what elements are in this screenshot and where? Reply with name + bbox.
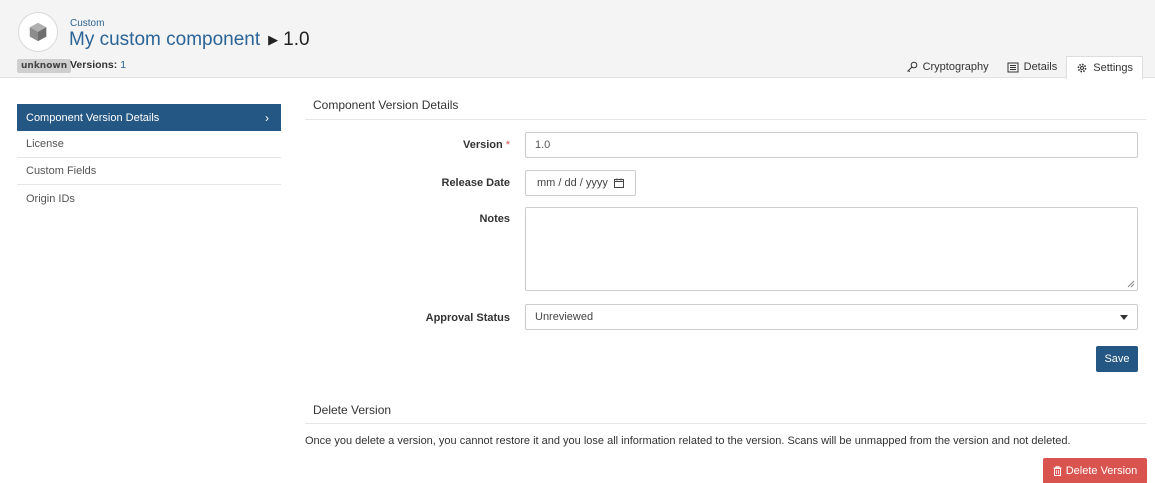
versions-info: Versions: 1 [70,59,126,71]
component-avatar [18,12,58,52]
details-icon [1007,62,1019,72]
release-date-label: Release Date [441,177,511,189]
section-title-delete-version: Delete Version [313,403,392,417]
tab-details[interactable]: Details [998,56,1067,78]
page-title: My custom component ▶ 1.0 [69,29,310,51]
sidebar-item-license[interactable]: License [17,131,281,158]
sidebar-item-label: Custom Fields [26,165,97,177]
breadcrumb[interactable]: Custom [70,18,104,29]
cube-icon [29,22,47,42]
version-label-text: Version [462,139,503,151]
tab-cryptography[interactable]: Cryptography [897,56,998,78]
chevron-right-icon: › [265,110,269,125]
delete-version-label: Delete Version [1065,465,1138,477]
status-badge: unknown [17,59,72,73]
tab-details-label: Details [1023,61,1058,73]
sidebar-item-label: License [26,138,64,150]
notes-textarea[interactable] [525,207,1138,291]
settings-sidebar: Component Version Details › License Cust… [17,104,281,212]
divider [305,423,1146,424]
caret-right-icon: ▶ [268,32,279,47]
versions-label: Versions: [70,59,118,71]
version-label: Version * [463,139,510,151]
tab-settings-label: Settings [1093,61,1133,74]
notes-label: Notes [479,213,510,225]
sidebar-item-label: Component Version Details [26,111,160,124]
save-button[interactable]: Save [1096,346,1138,372]
component-name: My custom component [69,29,261,50]
sidebar-item-custom-fields[interactable]: Custom Fields [17,158,281,185]
divider [305,119,1146,120]
sidebar-item-origin-ids[interactable]: Origin IDs [17,185,281,212]
tab-bar: Cryptography Details Settings [897,56,1143,79]
gear-icon [1077,63,1087,72]
section-title-version-details: Component Version Details [313,98,459,112]
delete-version-button[interactable]: Delete Version [1043,458,1147,483]
calendar-icon[interactable] [613,178,624,188]
required-mark: * [505,139,510,151]
version-number: 1.0 [283,29,310,50]
delete-description: Once you delete a version, you cannot re… [305,435,1071,447]
key-icon [906,61,917,73]
tab-cryptography-label: Cryptography [922,61,989,73]
release-date-input[interactable]: mm / dd / yyyy [525,170,636,196]
versions-count-link[interactable]: 1 [120,59,126,71]
approval-status-select[interactable]: Unreviewed [525,304,1138,330]
sidebar-item-component-version-details[interactable]: Component Version Details › [17,104,281,131]
approval-status-value: Unreviewed [535,311,594,323]
sidebar-item-label: Origin IDs [26,192,75,205]
trash-icon [1053,466,1062,476]
component-header: Custom My custom component ▶ 1.0 unknown… [0,0,1155,79]
resize-handle-icon[interactable] [1127,280,1135,288]
tab-settings[interactable]: Settings [1066,56,1143,79]
release-date-placeholder: mm / dd / yyyy [537,177,608,189]
version-input[interactable]: 1.0 [525,132,1138,158]
caret-down-icon [1120,314,1128,320]
approval-status-label: Approval Status [425,312,510,324]
